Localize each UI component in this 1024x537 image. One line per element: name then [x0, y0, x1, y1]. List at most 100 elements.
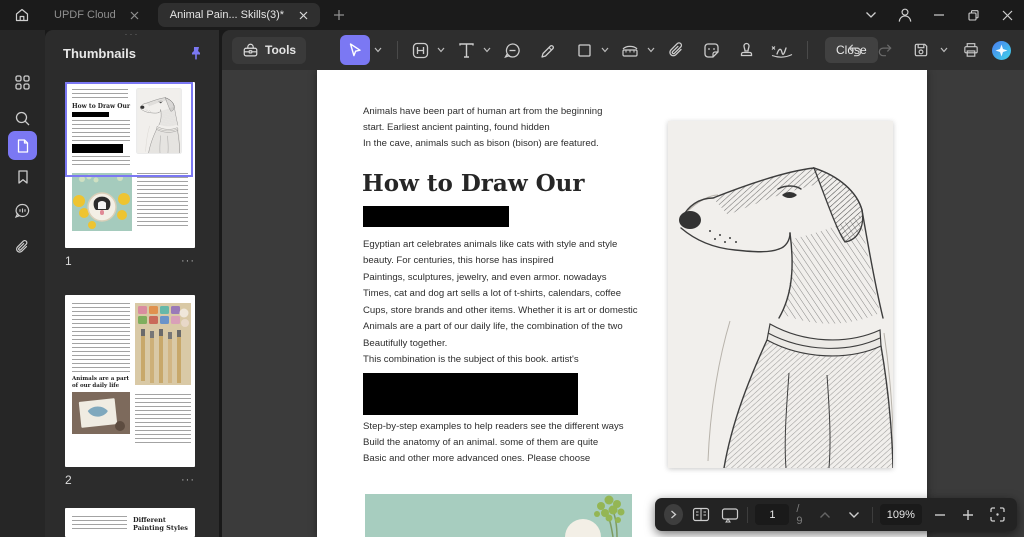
print-button[interactable] — [958, 36, 984, 64]
fit-screen-icon — [989, 506, 1006, 523]
tools-button[interactable]: Tools — [232, 37, 306, 64]
restore-icon — [967, 9, 980, 22]
zoom-out-button[interactable] — [929, 503, 951, 527]
text-icon — [457, 41, 476, 60]
close-icon — [1002, 10, 1013, 21]
thumb-heading: Different Painting Styles — [133, 516, 188, 532]
presentation-mode-button[interactable] — [719, 503, 741, 527]
thumb-text-lines — [137, 173, 188, 229]
document-icon — [15, 138, 31, 154]
sidebar-item-apps[interactable] — [8, 68, 37, 97]
cursor-icon — [347, 42, 363, 58]
sidebar-item-attachments[interactable] — [8, 233, 37, 262]
thumbnail-page-1[interactable]: How to Draw Our — [65, 82, 195, 248]
dog-photo-image — [365, 494, 632, 537]
paragraph-line: start. Earliest ancient painting, found … — [363, 120, 550, 136]
bookmark-icon — [15, 169, 31, 185]
tab-updf-cloud[interactable]: UPDF Cloud — [42, 3, 152, 27]
pen-icon — [539, 41, 558, 60]
text-tool-button[interactable] — [453, 36, 479, 64]
print-icon — [962, 41, 980, 59]
thumb-dog-sketch — [137, 89, 181, 153]
select-tool-dropdown[interactable] — [372, 36, 384, 64]
account-button[interactable] — [888, 1, 922, 29]
thumb-text-lines — [135, 394, 191, 446]
previous-page-button[interactable] — [814, 503, 836, 527]
chat-icon — [14, 202, 31, 219]
zoom-level-input[interactable] — [880, 504, 922, 525]
paragraph-line: beauty. For centuries, this horse has in… — [363, 253, 554, 269]
paragraph-line: In the cave, animals such as bison (biso… — [363, 136, 599, 152]
edit-text-tool-button[interactable] — [407, 36, 433, 64]
measure-tool-button[interactable] — [617, 36, 643, 64]
thumb-text-lines — [72, 120, 130, 141]
grid-icon — [14, 74, 31, 91]
paragraph-line: Egyptian art celebrates animals like cat… — [363, 237, 617, 253]
expand-statusbar-button[interactable] — [664, 504, 683, 525]
pushpin-icon — [189, 46, 204, 61]
restore-button[interactable] — [956, 1, 990, 29]
save-dropdown[interactable] — [938, 36, 950, 64]
next-page-button[interactable] — [843, 503, 865, 527]
redacted-text-block — [363, 206, 509, 227]
ruler-icon — [620, 41, 640, 60]
home-button[interactable] — [8, 3, 36, 27]
text-tool-dropdown[interactable] — [481, 36, 493, 64]
document-area[interactable]: Animals have been part of human art from… — [222, 70, 1024, 537]
close-tab-icon[interactable] — [294, 6, 312, 24]
minimize-button[interactable] — [922, 1, 956, 29]
new-tab-button[interactable] — [328, 4, 350, 26]
pin-panel-button[interactable] — [185, 42, 207, 64]
attach-file-tool-button[interactable] — [663, 36, 689, 64]
updf-ai-button[interactable] — [988, 36, 1014, 64]
shape-tool-dropdown[interactable] — [599, 36, 611, 64]
page-layout-button[interactable] — [690, 503, 712, 527]
thumbnail-page-3[interactable]: Different Painting Styles — [65, 508, 195, 537]
measure-tool-dropdown[interactable] — [645, 36, 657, 64]
sticker-tool-button[interactable] — [698, 36, 724, 64]
titlebar: UPDF Cloud Animal Pain... Skills(3)* — [0, 0, 1024, 30]
thumbnail-menu-button[interactable]: ··· — [181, 474, 195, 486]
statusbar-separator — [747, 507, 748, 523]
page-number-label: 2 — [65, 473, 72, 487]
thumbnail-menu-button[interactable]: ··· — [181, 255, 195, 267]
sidebar-item-thumbnails[interactable] — [8, 131, 37, 160]
fit-to-screen-button[interactable] — [986, 503, 1008, 527]
sidebar-item-search[interactable] — [8, 104, 37, 133]
signature-tool-button[interactable] — [766, 36, 798, 64]
redacted-text-block — [363, 373, 578, 415]
save-button[interactable] — [908, 36, 934, 64]
close-tab-icon[interactable] — [126, 6, 144, 24]
dog-sketch-image — [668, 121, 893, 468]
close-window-button[interactable] — [990, 1, 1024, 29]
shape-tool-button[interactable] — [571, 36, 597, 64]
select-tool-button[interactable] — [340, 35, 370, 65]
tab-label: Animal Pain... Skills(3)* — [170, 9, 284, 21]
thumbnail-page-2[interactable]: Animals are a part of our daily life — [65, 295, 195, 467]
two-page-view-icon — [692, 507, 710, 522]
plus-icon — [333, 9, 345, 21]
page-total-label: / 9 — [796, 503, 807, 527]
page-number-input[interactable] — [755, 504, 789, 525]
tab-label: UPDF Cloud — [54, 9, 116, 21]
titlebar-chevron-down-button[interactable] — [854, 1, 888, 29]
heading-icon — [411, 41, 430, 60]
status-bar: / 9 — [655, 498, 1017, 531]
panel-resize-handle[interactable]: ··· — [45, 30, 219, 38]
highlighter-tool-button[interactable] — [535, 36, 561, 64]
tab-animal-painting-skills[interactable]: Animal Pain... Skills(3)* — [158, 3, 320, 27]
undo-button[interactable] — [842, 36, 868, 64]
zoom-in-button[interactable] — [958, 503, 980, 527]
comment-tool-button[interactable] — [499, 36, 525, 64]
sidebar-item-comments[interactable] — [8, 196, 37, 225]
app-window: UPDF Cloud Animal Pain... Skills(3)* — [0, 0, 1024, 537]
thumb-heading: How to Draw Our — [72, 103, 132, 110]
edit-text-dropdown[interactable] — [435, 36, 447, 64]
paragraph-line: Cups, store brands and other items. Whet… — [363, 303, 638, 319]
signature-icon — [769, 41, 795, 60]
sidebar-item-bookmarks[interactable] — [8, 162, 37, 191]
paragraph-line: Basic and other more advanced ones. Plea… — [363, 451, 590, 467]
stamp-tool-button[interactable] — [733, 36, 759, 64]
redo-button[interactable] — [872, 36, 898, 64]
thumbnail-label-row: 2 ··· — [65, 473, 195, 487]
